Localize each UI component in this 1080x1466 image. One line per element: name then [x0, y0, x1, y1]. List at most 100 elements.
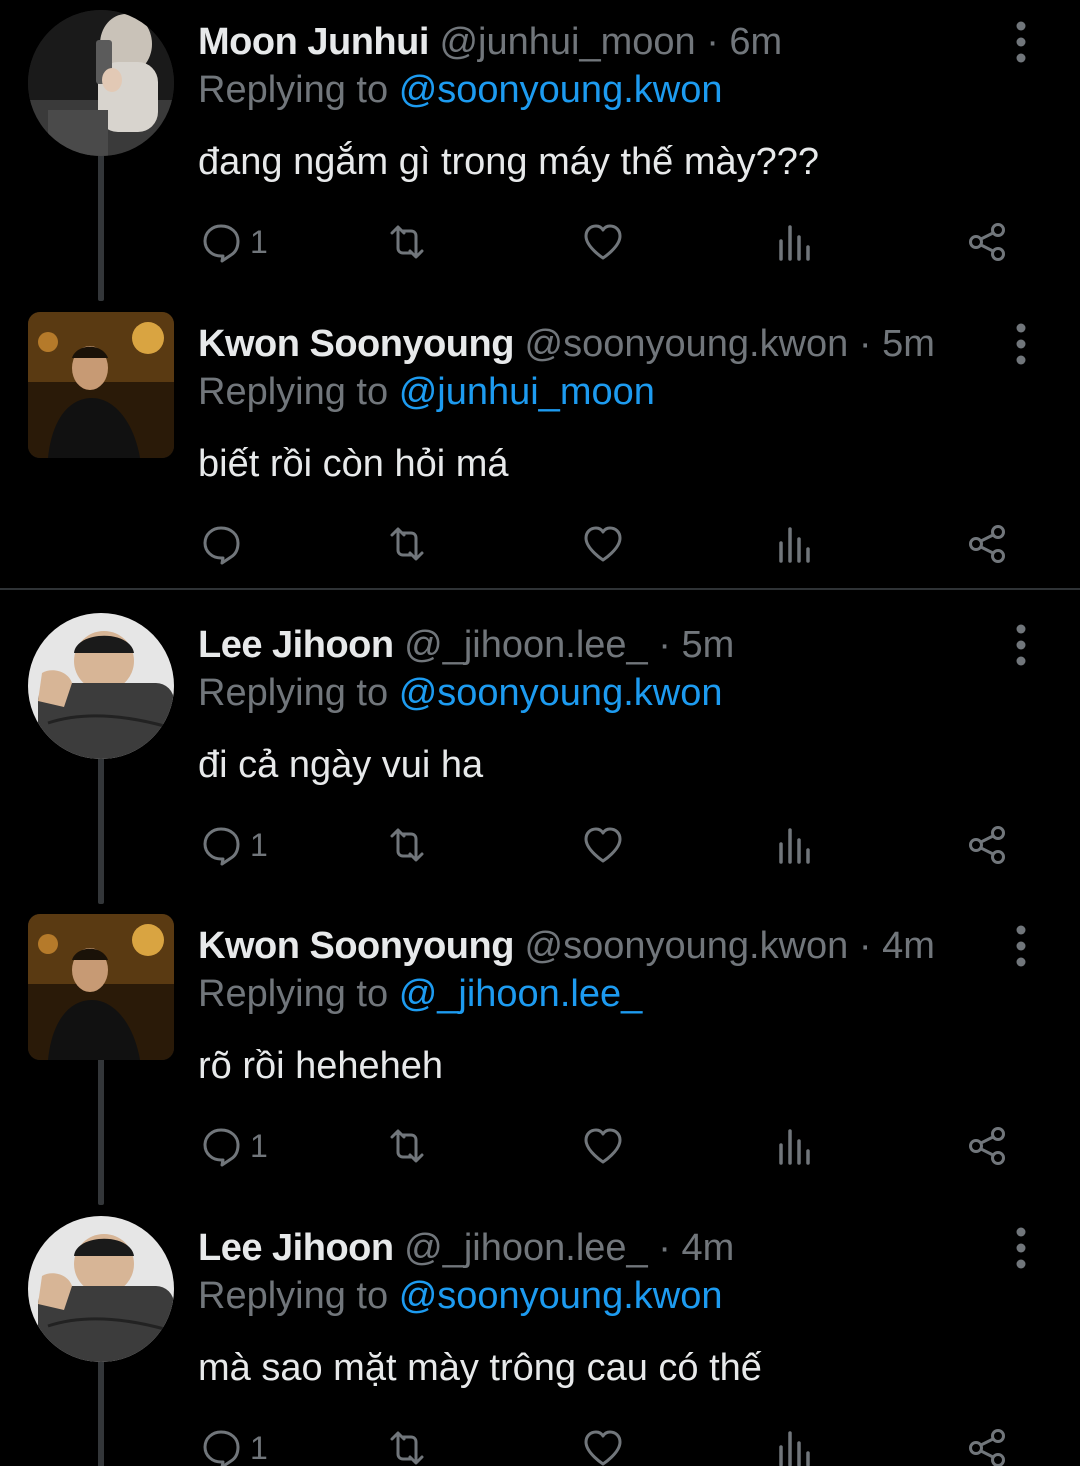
avatar[interactable]	[28, 10, 174, 156]
tweet-actions: 1	[198, 1122, 1028, 1170]
retweet-button[interactable]	[384, 821, 430, 869]
tweet-4[interactable]: Lee Jihoon @_jihoon.lee_ · 4m Replying t…	[0, 1206, 1080, 1466]
reply-button[interactable]: 1	[198, 821, 268, 869]
replying-to-label: Replying to	[198, 1275, 389, 1317]
reply-count: 1	[250, 223, 268, 260]
more-vertical-icon[interactable]	[1006, 20, 1036, 64]
thread-connector	[98, 1356, 104, 1466]
handle[interactable]: @_jihoon.lee_	[404, 624, 648, 666]
timestamp[interactable]: 6m	[729, 21, 782, 63]
share-icon	[969, 525, 1005, 563]
tweet-header: Moon Junhui @junhui_moon · 6m	[198, 20, 782, 64]
thread-connector	[98, 1054, 104, 1205]
retweet-button[interactable]	[384, 1122, 430, 1170]
display-name[interactable]: Kwon Soonyoung	[198, 323, 514, 365]
replying-to: Replying to @soonyoung.kwon	[198, 68, 722, 112]
more-vertical-icon[interactable]	[1006, 623, 1036, 667]
handle[interactable]: @junhui_moon	[439, 21, 695, 63]
views-button[interactable]	[772, 1122, 818, 1170]
avatar-hoodie-selfie	[28, 613, 174, 759]
replying-to-handle[interactable]: @soonyoung.kwon	[399, 69, 723, 111]
replying-to: Replying to @_jihoon.lee_	[198, 972, 642, 1016]
replying-to: Replying to @junhui_moon	[198, 370, 655, 414]
share-icon	[969, 1127, 1005, 1165]
share-button[interactable]	[964, 218, 1010, 266]
reply-bubble-icon	[203, 526, 240, 565]
reply-bubble-icon	[203, 224, 240, 263]
display-name[interactable]: Lee Jihoon	[198, 1227, 394, 1269]
views-button[interactable]	[772, 520, 818, 568]
tweet-actions: 1	[198, 821, 1028, 869]
avatar[interactable]	[28, 613, 174, 759]
reply-button[interactable]: 1	[198, 218, 268, 266]
retweet-button[interactable]	[384, 218, 430, 266]
avatar-night-photo	[28, 312, 174, 458]
reply-button[interactable]: 1	[198, 1122, 268, 1170]
tweet-header: Kwon Soonyoung @soonyoung.kwon · 4m	[198, 924, 935, 968]
tweet-actions: 1	[198, 218, 1028, 266]
tweet-0[interactable]: Moon Junhui @junhui_moon · 6m Replying t…	[0, 0, 1080, 301]
avatar-hoodie-selfie	[28, 1216, 174, 1362]
more-vertical-icon[interactable]	[1006, 322, 1036, 366]
separator-dot: ·	[858, 925, 872, 967]
views-button[interactable]	[772, 821, 818, 869]
heart-icon	[584, 526, 622, 562]
tweet-text: biết rồi còn hỏi má	[198, 443, 509, 485]
display-name[interactable]: Moon Junhui	[198, 21, 429, 63]
timestamp[interactable]: 4m	[681, 1227, 734, 1269]
tweet-actions: 1	[198, 1424, 1028, 1466]
thread-connector	[98, 753, 104, 904]
share-button[interactable]	[964, 1424, 1010, 1466]
reply-count: 1	[250, 1127, 268, 1164]
more-vertical-icon[interactable]	[1006, 924, 1036, 968]
retweet-icon	[390, 828, 424, 862]
reply-button[interactable]: 1	[198, 1424, 268, 1466]
avatar[interactable]	[28, 312, 174, 458]
timestamp[interactable]: 5m	[681, 624, 734, 666]
like-button[interactable]	[580, 1424, 626, 1466]
replying-to-handle[interactable]: @_jihoon.lee_	[399, 973, 643, 1015]
replying-to-handle[interactable]: @soonyoung.kwon	[399, 672, 723, 714]
display-name[interactable]: Kwon Soonyoung	[198, 925, 514, 967]
separator-dot: ·	[658, 624, 671, 666]
views-button[interactable]	[772, 1424, 818, 1466]
like-button[interactable]	[580, 520, 626, 568]
replying-to-handle[interactable]: @junhui_moon	[399, 371, 655, 413]
timestamp[interactable]: 5m	[882, 323, 935, 365]
replying-to-label: Replying to	[198, 371, 389, 413]
views-button[interactable]	[772, 218, 818, 266]
replying-to-handle[interactable]: @soonyoung.kwon	[399, 1275, 723, 1317]
tweet-text: rõ rồi heheheh	[198, 1045, 444, 1087]
share-button[interactable]	[964, 821, 1010, 869]
like-button[interactable]	[580, 821, 626, 869]
handle[interactable]: @soonyoung.kwon	[525, 323, 849, 365]
tweet-3[interactable]: Kwon Soonyoung @soonyoung.kwon · 4m Repl…	[0, 904, 1080, 1205]
retweet-button[interactable]	[384, 520, 430, 568]
heart-icon	[584, 224, 622, 260]
avatar-mirror-selfie	[28, 10, 174, 156]
reply-count: 1	[250, 826, 268, 863]
like-button[interactable]	[580, 218, 626, 266]
reply-button[interactable]	[198, 520, 250, 568]
like-button[interactable]	[580, 1122, 626, 1170]
tweet-text: đang ngắm gì trong máy thế mày???	[198, 141, 820, 183]
tweet-text: mà sao mặt mày trông cau có thế	[198, 1347, 762, 1389]
heart-icon	[584, 827, 622, 863]
avatar[interactable]	[28, 1216, 174, 1362]
handle[interactable]: @_jihoon.lee_	[404, 1227, 648, 1269]
retweet-button[interactable]	[384, 1424, 430, 1466]
share-button[interactable]	[964, 520, 1010, 568]
avatar[interactable]	[28, 914, 174, 1060]
reply-thread: Moon Junhui @junhui_moon · 6m Replying t…	[0, 0, 1080, 1466]
handle[interactable]: @soonyoung.kwon	[525, 925, 849, 967]
tweet-text: đi cả ngày vui ha	[198, 744, 484, 786]
timestamp[interactable]: 4m	[882, 925, 935, 967]
share-icon	[969, 826, 1005, 864]
share-button[interactable]	[964, 1122, 1010, 1170]
tweet-1[interactable]: Kwon Soonyoung @soonyoung.kwon · 5m Repl…	[0, 302, 1080, 603]
retweet-icon	[390, 1431, 424, 1465]
more-vertical-icon[interactable]	[1006, 1226, 1036, 1270]
display-name[interactable]: Lee Jihoon	[198, 624, 394, 666]
tweet-2[interactable]: Lee Jihoon @_jihoon.lee_ · 5m Replying t…	[0, 603, 1080, 904]
replying-to-label: Replying to	[198, 672, 389, 714]
